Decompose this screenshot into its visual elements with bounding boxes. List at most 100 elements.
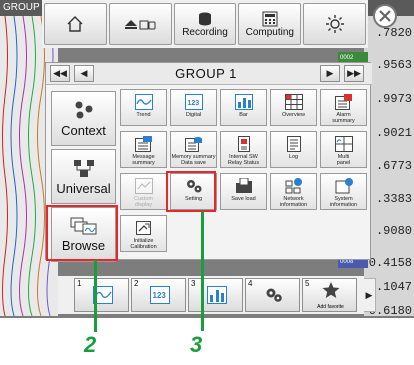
network-information-icon — [285, 177, 302, 193]
recording-label: Recording — [182, 26, 228, 38]
universal-button[interactable]: Universal — [51, 149, 116, 204]
universal-label: Universal — [56, 180, 111, 196]
channel-reading: .9973 — [375, 92, 412, 106]
add-favorite-button[interactable]: 5 Add favorite — [302, 278, 357, 312]
log-icon — [286, 135, 301, 152]
function-grid: Trend 123 Digital Bar Overview Alarm sum… — [120, 89, 367, 257]
overview-label: Overview — [282, 112, 305, 118]
channel-reading: .9080 — [375, 224, 412, 238]
add-favorite-icon — [322, 282, 340, 298]
bar-tile[interactable]: Bar — [220, 89, 267, 126]
top-toolbar: Recording Computing — [42, 0, 368, 48]
computing-button[interactable]: Computing — [238, 3, 302, 45]
bar-label: Bar — [239, 112, 248, 118]
network-information-label: Network information — [279, 196, 308, 208]
recording-icon — [198, 12, 211, 25]
favorite-bar-button[interactable]: 3 — [188, 278, 243, 312]
last-group-button[interactable]: ▶▶ — [344, 65, 364, 82]
usb-eject-button[interactable] — [108, 3, 172, 45]
trend-label: Trend — [136, 112, 151, 118]
brightness-button[interactable] — [303, 3, 366, 45]
multi-panel-tile[interactable]: Multi panel — [320, 131, 367, 168]
home-button[interactable] — [44, 3, 107, 45]
multi-panel-label: Multi panel — [336, 154, 351, 166]
initialize-calibration-label: Initialize Calibration — [130, 238, 157, 250]
memory-summary-label: Memory summary Data save — [171, 154, 216, 166]
digital-glyph: 123 — [153, 291, 167, 300]
close-button[interactable] — [373, 4, 397, 28]
message-summary-label: Message summary — [132, 154, 155, 166]
favorites-scroll-right-button[interactable]: ▶ — [362, 278, 376, 312]
custom-display-tile[interactable]: Custom display — [120, 173, 167, 210]
digital-icon: 123 — [150, 286, 170, 304]
channel-reading: 0.4158 — [368, 256, 412, 270]
channel-reading: .7820 — [375, 26, 412, 40]
group-navigation-bar: ◀◀ ◀ GROUP 1 ▶ ▶▶ — [46, 63, 372, 85]
alarm-summary-tile[interactable]: Alarm summary — [320, 89, 367, 126]
channel-values-column: .7820 .9563 .9973 .9021 .6773 .3383 .908… — [364, 16, 414, 318]
initialize-calibration-tile[interactable]: Initialize Calibration — [120, 215, 167, 252]
channel-reading: .6773 — [375, 159, 412, 173]
add-favorite-label: Add favorite — [317, 304, 344, 310]
bar-icon — [234, 93, 253, 110]
relay-status-label: Internal SW Relay Status — [227, 154, 260, 166]
favorite-digital-button[interactable]: 2 123 — [131, 278, 186, 312]
log-tile[interactable]: Log — [270, 131, 317, 168]
brightness-icon — [325, 15, 344, 33]
system-information-tile[interactable]: System information — [320, 173, 367, 210]
channel-reading: .3383 — [375, 192, 412, 206]
recording-button[interactable]: Recording — [173, 3, 237, 45]
network-information-tile[interactable]: Network information — [270, 173, 317, 210]
initialize-calibration-icon — [135, 220, 151, 235]
favorite-number: 4 — [248, 279, 253, 288]
context-button[interactable]: Context — [51, 91, 116, 146]
group-title: GROUP 1 — [175, 66, 237, 81]
custom-display-label: Custom display — [134, 196, 153, 208]
memory-summary-tile[interactable]: Memory summary Data save — [170, 131, 217, 168]
custom-display-icon — [134, 177, 153, 194]
alarm-summary-icon — [334, 93, 352, 110]
trend-tile[interactable]: Trend — [120, 89, 167, 126]
bar-icon — [207, 286, 227, 304]
relay-status-tile[interactable]: Internal SW Relay Status — [220, 131, 267, 168]
favorite-number: 5 — [305, 279, 310, 288]
favorite-trend-button[interactable]: 1 — [74, 278, 129, 312]
computing-icon — [262, 11, 278, 26]
first-group-button[interactable]: ◀◀ — [50, 65, 70, 82]
favorites-bar: 1 2 123 3 4 5 Add favorite — [58, 276, 364, 314]
message-summary-tile[interactable]: Message summary — [120, 131, 167, 168]
system-information-label: System information — [329, 196, 358, 208]
browse-callout-number: 2 — [84, 332, 97, 357]
digital-icon: 123 — [184, 93, 203, 110]
home-icon — [67, 16, 83, 32]
computing-label: Computing — [245, 26, 294, 38]
setting-highlight-box — [166, 171, 216, 212]
save-load-icon — [235, 177, 252, 193]
save-load-label: Save load — [231, 196, 256, 202]
multi-panel-icon — [334, 135, 353, 152]
setting-callout-number: 3 — [190, 332, 203, 357]
digital-label: Digital — [185, 112, 202, 118]
memory-summary-icon — [184, 136, 202, 152]
system-information-icon — [335, 177, 353, 193]
universal-icon — [73, 159, 94, 177]
previous-group-button[interactable]: ◀ — [74, 65, 94, 82]
favorite-setting-button[interactable]: 4 — [245, 278, 300, 312]
overview-tile[interactable]: Overview — [270, 89, 317, 126]
setting-callout-line — [201, 211, 204, 331]
trend-icon — [134, 93, 153, 110]
channel-reading: .9021 — [375, 126, 412, 140]
recorder-screen: GROUP 1 .7820 .9563 .9973 .9021 .6773 .3… — [0, 0, 414, 365]
log-label: Log — [288, 154, 299, 160]
next-group-button[interactable]: ▶ — [320, 65, 340, 82]
digital-tile[interactable]: 123 Digital — [170, 89, 217, 126]
digital-glyph: 123 — [187, 100, 199, 107]
browse-callout-line — [94, 260, 97, 332]
eject-usb-icon — [125, 20, 156, 30]
save-load-tile[interactable]: Save load — [220, 173, 267, 210]
browse-highlight-box — [46, 205, 118, 261]
alarm-summary-label: Alarm summary — [332, 112, 355, 124]
context-label: Context — [61, 122, 106, 138]
message-summary-icon — [134, 135, 152, 152]
close-icon — [379, 10, 391, 22]
